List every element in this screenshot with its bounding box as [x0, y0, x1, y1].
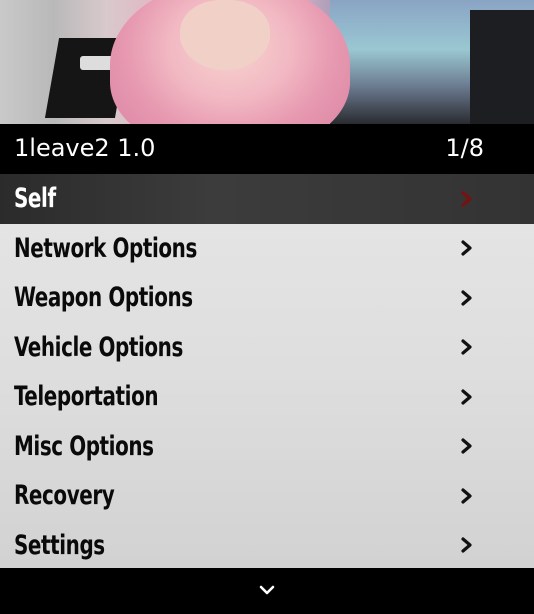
menu-title: 1leave2 1.0 [14, 134, 156, 162]
chevron-right-icon [461, 339, 472, 355]
menu-item-label: Weapon Options [14, 282, 193, 314]
banner-monitor [470, 10, 534, 124]
chevron-right-icon [461, 240, 472, 256]
menu-item-label: Recovery [14, 480, 115, 512]
menu-item-label: Settings [14, 529, 105, 561]
chevron-right-icon [461, 191, 472, 207]
banner-chair-logo [80, 56, 114, 70]
chevron-right-icon [461, 537, 472, 553]
menu-item-list: Self Network Options Weapon Options Vehi… [0, 174, 534, 568]
menu-item-vehicle-options[interactable]: Vehicle Options [0, 323, 534, 373]
menu-item-counter: 1/8 [445, 134, 484, 162]
menu-item-misc-options[interactable]: Misc Options [0, 422, 534, 472]
banner-person-face [180, 0, 270, 70]
menu-item-label: Self [14, 183, 56, 215]
chevron-right-icon [461, 438, 472, 454]
menu-item-weapon-options[interactable]: Weapon Options [0, 273, 534, 323]
chevron-right-icon [461, 290, 472, 306]
menu-title-bar: 1leave2 1.0 1/8 [0, 124, 534, 174]
chevron-down-icon[interactable] [259, 584, 275, 596]
chevron-right-icon [461, 389, 472, 405]
menu-item-label: Misc Options [14, 430, 154, 462]
header-banner-image [0, 0, 534, 124]
menu-item-label: Teleportation [14, 381, 159, 413]
menu-item-label: Network Options [14, 232, 197, 264]
menu-footer [0, 568, 534, 614]
chevron-right-icon [461, 488, 472, 504]
menu-item-label: Vehicle Options [14, 331, 183, 363]
menu-item-self[interactable]: Self [0, 174, 534, 224]
menu-item-network-options[interactable]: Network Options [0, 224, 534, 274]
menu-item-recovery[interactable]: Recovery [0, 471, 534, 521]
mod-menu: 1leave2 1.0 1/8 Self Network Options Wea… [0, 0, 534, 614]
menu-item-settings[interactable]: Settings [0, 521, 534, 571]
menu-item-teleportation[interactable]: Teleportation [0, 372, 534, 422]
